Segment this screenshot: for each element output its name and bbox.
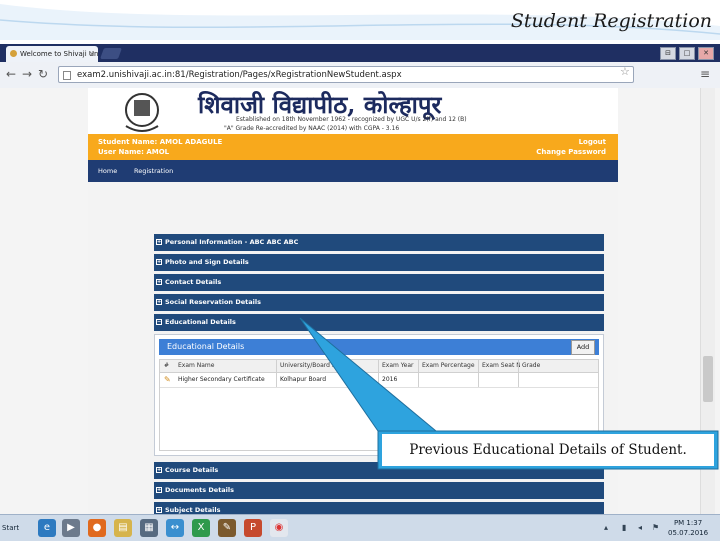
browser-toolbar: ← → ↻ exam2.unishivaji.ac.in:81/Registra…: [0, 62, 720, 89]
powerpoint-icon[interactable]: P: [244, 519, 262, 537]
panel-educational[interactable]: − Educational Details: [154, 314, 604, 331]
accreditation-text: "A" Grade Re-accredited by NAAC (2014) w…: [224, 125, 400, 132]
add-button[interactable]: Add: [571, 340, 595, 355]
logout-link[interactable]: Logout: [579, 138, 606, 146]
speaker-icon[interactable]: ◂: [638, 523, 642, 532]
panel-label: Social Reservation Details: [165, 298, 261, 306]
student-name: Student Name: AMOL ADAGULE: [98, 138, 223, 146]
panel-social-reservation[interactable]: + Social Reservation Details: [154, 294, 604, 311]
bookmark-star-icon[interactable]: ☆: [620, 65, 630, 78]
scrollbar-thumb[interactable]: [703, 356, 713, 402]
grid-header: # Exam Name University/Board Name Exam Y…: [160, 360, 598, 373]
browser-tab-bar: Welcome to Shivaji Univers × ⊟ □ ✕: [0, 44, 720, 62]
col-header-exam-name: Exam Name: [178, 362, 215, 369]
change-password-link[interactable]: Change Password: [536, 148, 606, 156]
col-header-index: #: [164, 362, 170, 369]
callout-text: Previous Educational Details of Student.: [409, 442, 687, 458]
university-seal-icon: [125, 93, 159, 132]
established-text: Established on 18th November 1962 - reco…: [236, 116, 467, 123]
university-header: शिवाजी विद्यापीठ, कोल्हापूर Established …: [88, 88, 618, 134]
expand-icon[interactable]: +: [156, 259, 162, 265]
cell-year: 2016: [382, 376, 398, 383]
nav-registration[interactable]: Registration: [134, 167, 173, 175]
chrome-icon[interactable]: ◉: [270, 519, 288, 537]
favicon-icon: [10, 50, 17, 57]
app-icon[interactable]: ▦: [140, 519, 158, 537]
browser-tab[interactable]: Welcome to Shivaji Univers ×: [6, 46, 98, 62]
back-arrow-icon[interactable]: ←: [6, 67, 16, 81]
excel-icon[interactable]: X: [192, 519, 210, 537]
expand-icon[interactable]: +: [156, 239, 162, 245]
folder-icon[interactable]: ▤: [114, 519, 132, 537]
col-header-year: Exam Year: [382, 362, 414, 369]
panel-label: Documents Details: [165, 486, 235, 494]
panel-label: Photo and Sign Details: [165, 258, 249, 266]
main-nav: Home Registration: [88, 160, 618, 182]
media-icon[interactable]: ▶: [62, 519, 80, 537]
col-header-seat-no: Exam Seat No: [482, 362, 520, 369]
expand-icon[interactable]: +: [156, 279, 162, 285]
tray-expand-icon[interactable]: ▴: [604, 523, 608, 532]
tab-title: Welcome to Shivaji Univers: [20, 50, 98, 58]
minimize-button[interactable]: ⊟: [660, 47, 676, 60]
url-text: exam2.unishivaji.ac.in:81/Registration/P…: [77, 70, 402, 80]
browser-menu-icon[interactable]: ≡: [700, 67, 710, 81]
panel-label: Personal Information - ABC ABC ABC: [165, 238, 299, 246]
clock[interactable]: PM 1:37 05.07.2016: [668, 518, 708, 538]
table-row[interactable]: ✎ Higher Secondary Certificate Kolhapur …: [160, 373, 598, 388]
panel-photo-sign[interactable]: + Photo and Sign Details: [154, 254, 604, 271]
start-button[interactable]: Start: [2, 519, 32, 537]
expand-icon[interactable]: +: [156, 467, 162, 473]
cell-exam-name: Higher Secondary Certificate: [178, 376, 265, 383]
user-info-bar: Student Name: AMOL ADAGULE User Name: AM…: [88, 134, 618, 160]
educational-details-heading: Educational Details Add: [159, 339, 599, 355]
clock-date: 05.07.2016: [668, 529, 709, 537]
panel-label: Course Details: [165, 466, 219, 474]
expand-icon[interactable]: +: [156, 507, 162, 513]
panel-contact[interactable]: + Contact Details: [154, 274, 604, 291]
expand-icon[interactable]: +: [156, 487, 162, 493]
slide-title: Student Registration: [510, 10, 712, 32]
nav-home[interactable]: Home: [98, 167, 117, 175]
panel-documents[interactable]: + Documents Details: [154, 482, 604, 499]
cell-board: Kolhapur Board: [280, 376, 327, 383]
address-bar[interactable]: exam2.unishivaji.ac.in:81/Registration/P…: [58, 66, 634, 83]
new-tab-button[interactable]: [99, 48, 123, 59]
firefox-icon[interactable]: ●: [88, 519, 106, 537]
taskbar: Start e ▶ ● ▤ ▦ ↔ X ✎ P ◉ ▴ ▮ ◂ ⚑ PM 1:3…: [0, 514, 720, 541]
network-icon[interactable]: ▮: [622, 523, 626, 532]
panel-label: Contact Details: [165, 278, 222, 286]
panel-label: Educational Details: [165, 318, 236, 326]
flag-icon[interactable]: ⚑: [652, 523, 659, 532]
tab-close-icon[interactable]: ×: [89, 46, 95, 62]
page-left-margin: [0, 88, 88, 514]
clock-time: PM 1:37: [673, 519, 703, 527]
col-header-percentage: Exam Percentage: [422, 362, 475, 369]
col-header-board: University/Board Name: [280, 362, 350, 369]
forward-arrow-icon[interactable]: →: [22, 67, 32, 81]
window-controls: ⊟ □ ✕: [660, 47, 714, 60]
teamviewer-icon[interactable]: ↔: [166, 519, 184, 537]
user-name: User Name: AMOL: [98, 148, 170, 156]
maximize-button[interactable]: □: [679, 47, 695, 60]
col-header-grade: Grade: [522, 362, 541, 369]
edu-heading-text: Educational Details: [167, 342, 245, 351]
edit-pencil-icon[interactable]: ✎: [164, 375, 171, 384]
collapse-icon[interactable]: −: [156, 319, 162, 325]
page-icon: [63, 71, 71, 80]
reload-icon[interactable]: ↻: [38, 67, 48, 81]
window-close-button[interactable]: ✕: [698, 47, 714, 60]
panel-personal-info[interactable]: + Personal Information - ABC ABC ABC: [154, 234, 604, 251]
ie-icon[interactable]: e: [38, 519, 56, 537]
start-label: Start: [2, 524, 20, 532]
editor-icon[interactable]: ✎: [218, 519, 236, 537]
panel-label: Subject Details: [165, 506, 221, 514]
expand-icon[interactable]: +: [156, 299, 162, 305]
